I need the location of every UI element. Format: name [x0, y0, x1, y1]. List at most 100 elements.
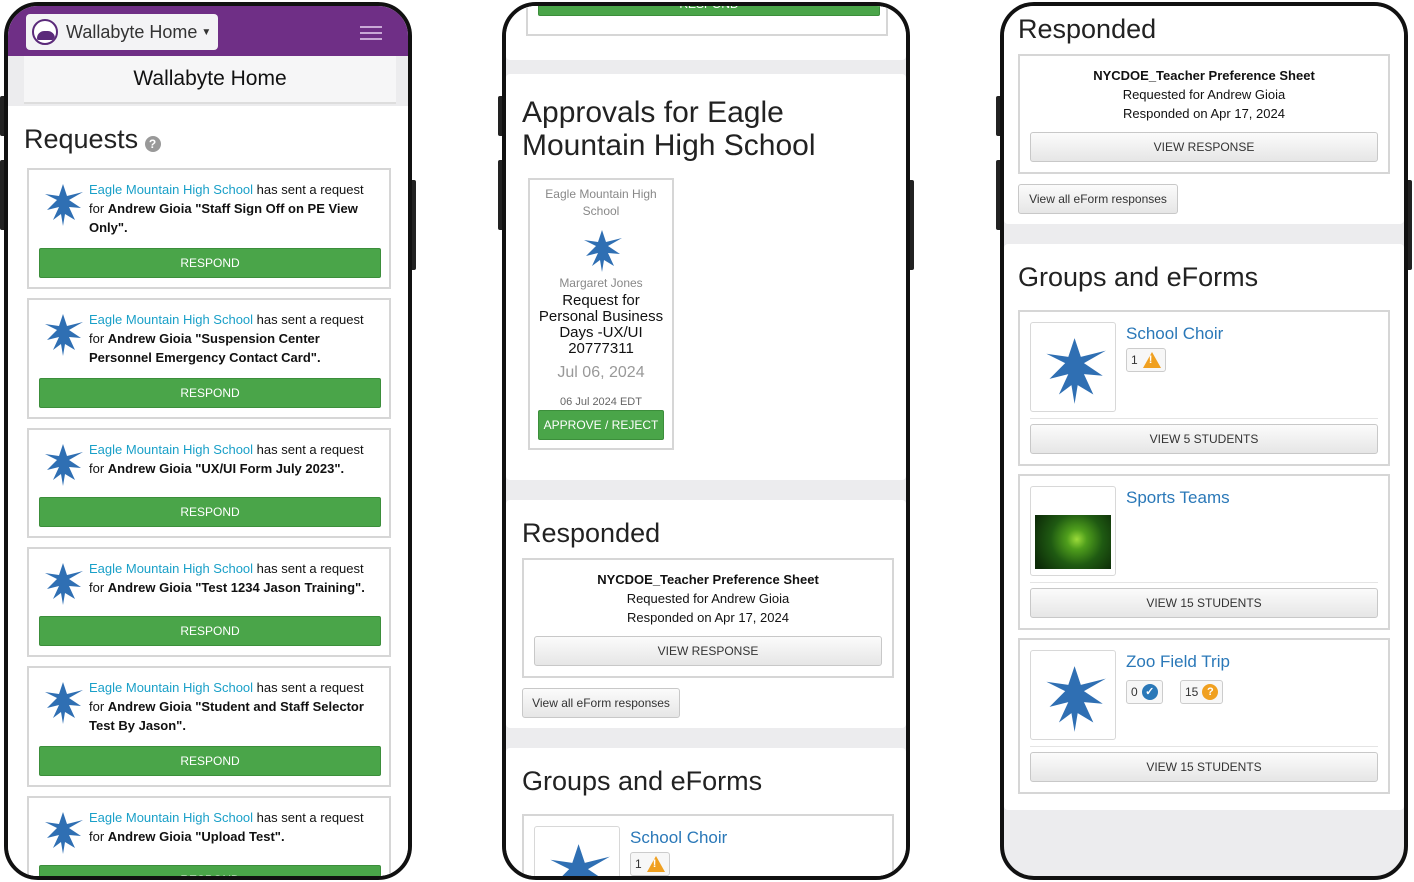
- approval-request: Request for Personal Business Days -UX/U…: [538, 292, 664, 357]
- group-thumbnail: [534, 826, 620, 876]
- view-all-responses-button[interactable]: View all eForm responses: [1018, 184, 1178, 214]
- warning-icon: [1142, 352, 1161, 368]
- responded-title: Responded: [1018, 14, 1157, 44]
- request-card: Eagle Mountain High School has sent a re…: [27, 796, 391, 876]
- school-tree-logo-icon: [1046, 338, 1106, 404]
- view-response-button[interactable]: VIEW RESPONSE: [534, 636, 882, 666]
- for-text: for: [89, 829, 108, 844]
- status-badge: 1: [1126, 348, 1166, 372]
- approve-reject-button[interactable]: APPROVE / REJECT: [538, 410, 664, 440]
- school-tree-logo-icon: [45, 812, 83, 854]
- responded-panel: Responded NYCDOE_Teacher Preference Shee…: [1004, 6, 1404, 224]
- request-card: Eagle Mountain High School has sent a re…: [27, 428, 391, 538]
- approval-timestamp: 06 Jul 2024 EDT: [560, 396, 642, 408]
- sender-link[interactable]: Eagle Mountain High School: [89, 312, 253, 327]
- group-name-link[interactable]: School Choir: [630, 828, 727, 848]
- response-form-name: NYCDOE_Teacher Preference Sheet: [597, 572, 819, 587]
- school-tree-logo-icon: [45, 184, 83, 226]
- school-tree-logo-icon: [45, 682, 83, 724]
- sender-link[interactable]: Eagle Mountain High School: [89, 810, 253, 825]
- request-form: "Test 1234 Jason Training".: [195, 580, 365, 595]
- request-person: Andrew Gioia: [107, 461, 192, 476]
- sender-link[interactable]: Eagle Mountain High School: [89, 561, 253, 576]
- request-form: "UX/UI Form July 2023".: [195, 461, 345, 476]
- status-badge: 1: [630, 852, 670, 876]
- check-icon: ✓: [1141, 684, 1158, 700]
- approval-requester: Margaret Jones: [559, 276, 643, 290]
- sent-text: has sent a request: [253, 312, 364, 327]
- sender-link[interactable]: Eagle Mountain High School: [89, 680, 253, 695]
- respond-button[interactable]: RESPOND: [39, 378, 381, 408]
- school-tree-logo-icon: [45, 563, 83, 605]
- groups-title: Groups and eForms: [1018, 262, 1259, 292]
- for-text: for: [89, 461, 108, 476]
- request-person: Andrew Gioia: [107, 580, 192, 595]
- top-navbar: Wallabyte Home ▼: [8, 6, 408, 56]
- responded-panel: Responded NYCDOE_Teacher Preference Shee…: [506, 500, 906, 728]
- response-card: NYCDOE_Teacher Preference Sheet Requeste…: [522, 558, 894, 678]
- chevron-down-icon: ▼: [201, 26, 212, 38]
- responded-title: Responded: [522, 518, 661, 548]
- view-students-button[interactable]: VIEW 5 STUDENTS: [1030, 424, 1378, 454]
- request-person: Andrew Gioia: [107, 201, 192, 216]
- group-name-link[interactable]: Zoo Field Trip: [1126, 652, 1230, 672]
- request-card: Eagle Mountain High School has sent a re…: [27, 168, 391, 289]
- for-text: for: [89, 331, 108, 346]
- approvals-panel: Approvals for Eagle Mountain High School…: [506, 74, 906, 480]
- phone-approvals: RESPOND Approvals for Eagle Mountain Hig…: [502, 2, 910, 880]
- group-thumbnail: [1030, 486, 1116, 576]
- sports-image: [1035, 515, 1111, 569]
- respond-button[interactable]: RESPOND: [39, 616, 381, 646]
- view-students-button[interactable]: VIEW 15 STUDENTS: [1030, 752, 1378, 782]
- school-tree-logo-icon: [1046, 666, 1106, 732]
- response-requested-for: Requested for Andrew Gioia: [626, 591, 790, 606]
- menu-icon[interactable]: [360, 26, 382, 44]
- for-text: for: [89, 699, 108, 714]
- respond-button[interactable]: RESPOND: [39, 248, 381, 278]
- question-icon: ?: [1202, 684, 1219, 700]
- request-card: Eagle Mountain High School has sent a re…: [27, 298, 391, 419]
- sender-link[interactable]: Eagle Mountain High School: [89, 442, 253, 457]
- groups-title: Groups and eForms: [522, 766, 763, 796]
- request-person: Andrew Gioia: [107, 699, 192, 714]
- approval-school: Eagle Mountain High School: [545, 187, 657, 218]
- sender-link[interactable]: Eagle Mountain High School: [89, 182, 253, 197]
- request-card: Eagle Mountain High School has sent a re…: [27, 547, 391, 657]
- response-date: Responded on Apr 17, 2024: [627, 610, 789, 625]
- approval-card: Eagle Mountain High School Margaret Jone…: [528, 178, 674, 450]
- view-all-responses-button[interactable]: View all eForm responses: [522, 688, 680, 718]
- view-response-button[interactable]: VIEW RESPONSE: [1030, 132, 1378, 162]
- brand-dropdown[interactable]: Wallabyte Home ▼: [26, 14, 218, 50]
- groups-panel: Groups and eForms School Choir 1 VIEW 5 …: [1004, 244, 1404, 810]
- school-tree-logo-icon: [45, 314, 83, 356]
- request-card: Eagle Mountain High School has sent a re…: [27, 666, 391, 787]
- school-tree-logo-icon: [584, 230, 622, 272]
- requests-title: Requests: [24, 124, 139, 154]
- badge-count: 0: [1131, 685, 1138, 699]
- group-card: Zoo Field Trip 0 ✓ 15 ? VIEW 15 STUDENTS: [1018, 638, 1390, 794]
- response-form-name: NYCDOE_Teacher Preference Sheet: [1093, 68, 1315, 83]
- view-students-button[interactable]: VIEW 15 STUDENTS: [1030, 588, 1378, 618]
- respond-button[interactable]: RESPOND: [39, 497, 381, 527]
- respond-button[interactable]: RESPOND: [39, 865, 381, 876]
- group-name-link[interactable]: School Choir: [1126, 324, 1223, 344]
- group-card: School Choir 1 VIEW 5 STUDENTS: [1018, 310, 1390, 466]
- brand-label: Wallabyte Home: [66, 21, 198, 42]
- help-icon[interactable]: ?: [144, 135, 161, 152]
- request-form: "Upload Test".: [195, 829, 285, 844]
- respond-button[interactable]: RESPOND: [39, 746, 381, 776]
- wallabyte-logo-icon: [32, 19, 58, 45]
- approvals-title: Approvals for Eagle Mountain High School: [522, 96, 816, 162]
- group-thumbnail: [1030, 322, 1116, 412]
- page-title: Wallabyte Home: [24, 56, 396, 104]
- school-tree-logo-icon: [45, 444, 83, 486]
- sent-text: has sent a request: [253, 680, 364, 695]
- request-person: Andrew Gioia: [107, 829, 192, 844]
- respond-button[interactable]: RESPOND: [538, 6, 880, 16]
- badge-count: 1: [1131, 353, 1138, 367]
- for-text: for: [89, 580, 108, 595]
- sent-text: has sent a request: [253, 810, 364, 825]
- sent-text: has sent a request: [253, 442, 364, 457]
- response-card: NYCDOE_Teacher Preference Sheet Requeste…: [1018, 54, 1390, 174]
- group-name-link[interactable]: Sports Teams: [1126, 488, 1230, 508]
